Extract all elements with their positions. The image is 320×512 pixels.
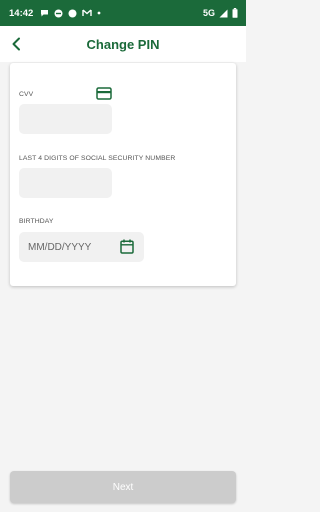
ssn-label: LAST 4 DIGITS OF SOCIAL SECURITY NUMBER (19, 155, 176, 162)
back-button[interactable] (6, 34, 26, 54)
birthday-label: BIRTHDAY (19, 218, 54, 225)
status-time: 14:42 (9, 7, 34, 19)
page-title: Change PIN (86, 36, 160, 52)
network-label: 5G (202, 8, 215, 18)
small-dot-icon (97, 11, 101, 15)
status-bar-right: 5G (203, 8, 238, 18)
credit-card-icon (96, 87, 112, 100)
chevron-left-icon (12, 37, 20, 51)
cvv-label: CVV (19, 91, 34, 98)
status-bar: 14:42 5G (0, 0, 246, 26)
signal-icon (219, 9, 228, 18)
form-card: CVV LAST 4 DIGITS OF SOCIAL SECURITY NUM… (10, 63, 236, 286)
next-button[interactable]: Next (10, 471, 236, 503)
ssn-input[interactable] (19, 168, 112, 198)
cvv-input[interactable] (19, 104, 112, 134)
app-header: Change PIN (0, 26, 246, 62)
gmail-icon (82, 9, 93, 17)
chat-bubble-icon (40, 9, 49, 17)
battery-icon (232, 8, 238, 18)
no-entry-icon (54, 9, 63, 18)
dot-icon (68, 9, 77, 18)
status-bar-left: 14:42 (9, 8, 101, 19)
calendar-icon[interactable] (120, 239, 134, 254)
